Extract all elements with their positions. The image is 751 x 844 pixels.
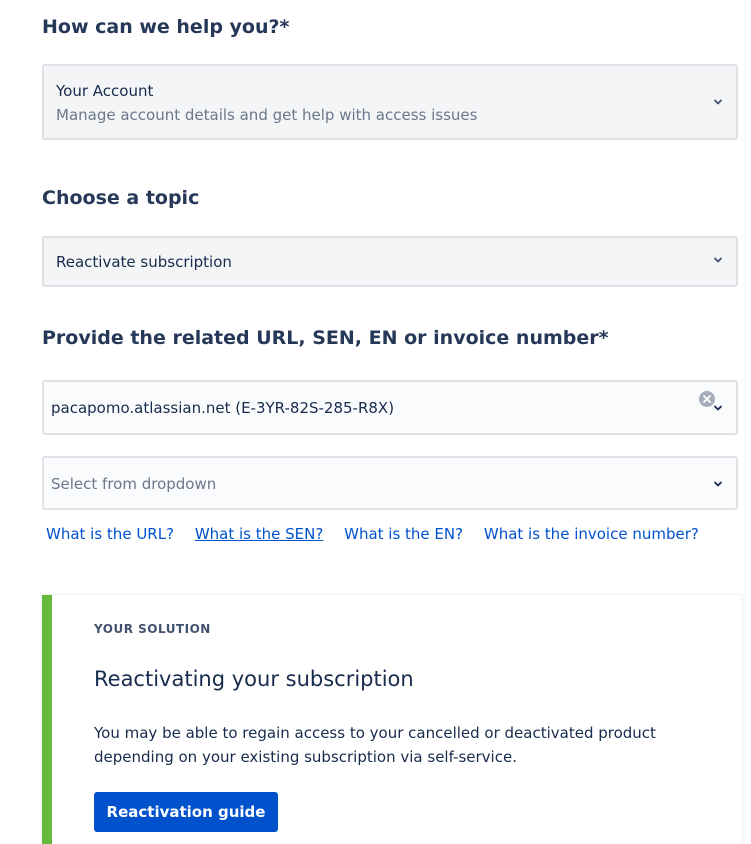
help-heading: How can we help you?* — [42, 16, 290, 38]
reactivation-guide-button[interactable]: Reactivation guide — [94, 792, 278, 832]
what-is-invoice-link[interactable]: What is the invoice number? — [484, 525, 699, 543]
what-is-url-link[interactable]: What is the URL? — [46, 525, 174, 543]
help-category-title: Your Account — [56, 82, 154, 100]
solution-card: YOUR SOLUTION Reactivating your subscrip… — [42, 595, 742, 844]
topic-heading: Choose a topic — [42, 187, 200, 209]
topic-selected-value: Reactivate subscription — [56, 253, 232, 271]
support-form-page: How can we help you?* Your Account Manag… — [0, 0, 751, 844]
dropdown-placeholder: Select from dropdown — [51, 475, 217, 493]
solution-title: Reactivating your subscription — [94, 667, 414, 691]
chevron-down-icon — [714, 257, 722, 263]
chevron-down-icon — [714, 405, 722, 411]
chevron-down-icon — [714, 99, 722, 105]
help-category-description: Manage account details and get help with… — [56, 106, 478, 124]
help-links: What is the URL? What is the SEN? What i… — [46, 525, 715, 543]
help-category-select[interactable]: Your Account Manage account details and … — [42, 64, 738, 140]
solution-kicker: YOUR SOLUTION — [94, 622, 211, 636]
related-dropdown-select[interactable]: Select from dropdown — [42, 456, 738, 510]
what-is-sen-link[interactable]: What is the SEN? — [195, 525, 324, 543]
related-selected-value: pacapomo.atlassian.net (E-3YR-82S-285-R8… — [51, 399, 395, 417]
what-is-en-link[interactable]: What is the EN? — [344, 525, 463, 543]
solution-body: You may be able to regain access to your… — [94, 724, 656, 766]
topic-select[interactable]: Reactivate subscription — [42, 236, 738, 287]
chevron-down-icon — [714, 481, 722, 487]
related-heading: Provide the related URL, SEN, EN or invo… — [42, 327, 609, 349]
related-value-select[interactable]: pacapomo.atlassian.net (E-3YR-82S-285-R8… — [42, 380, 738, 435]
